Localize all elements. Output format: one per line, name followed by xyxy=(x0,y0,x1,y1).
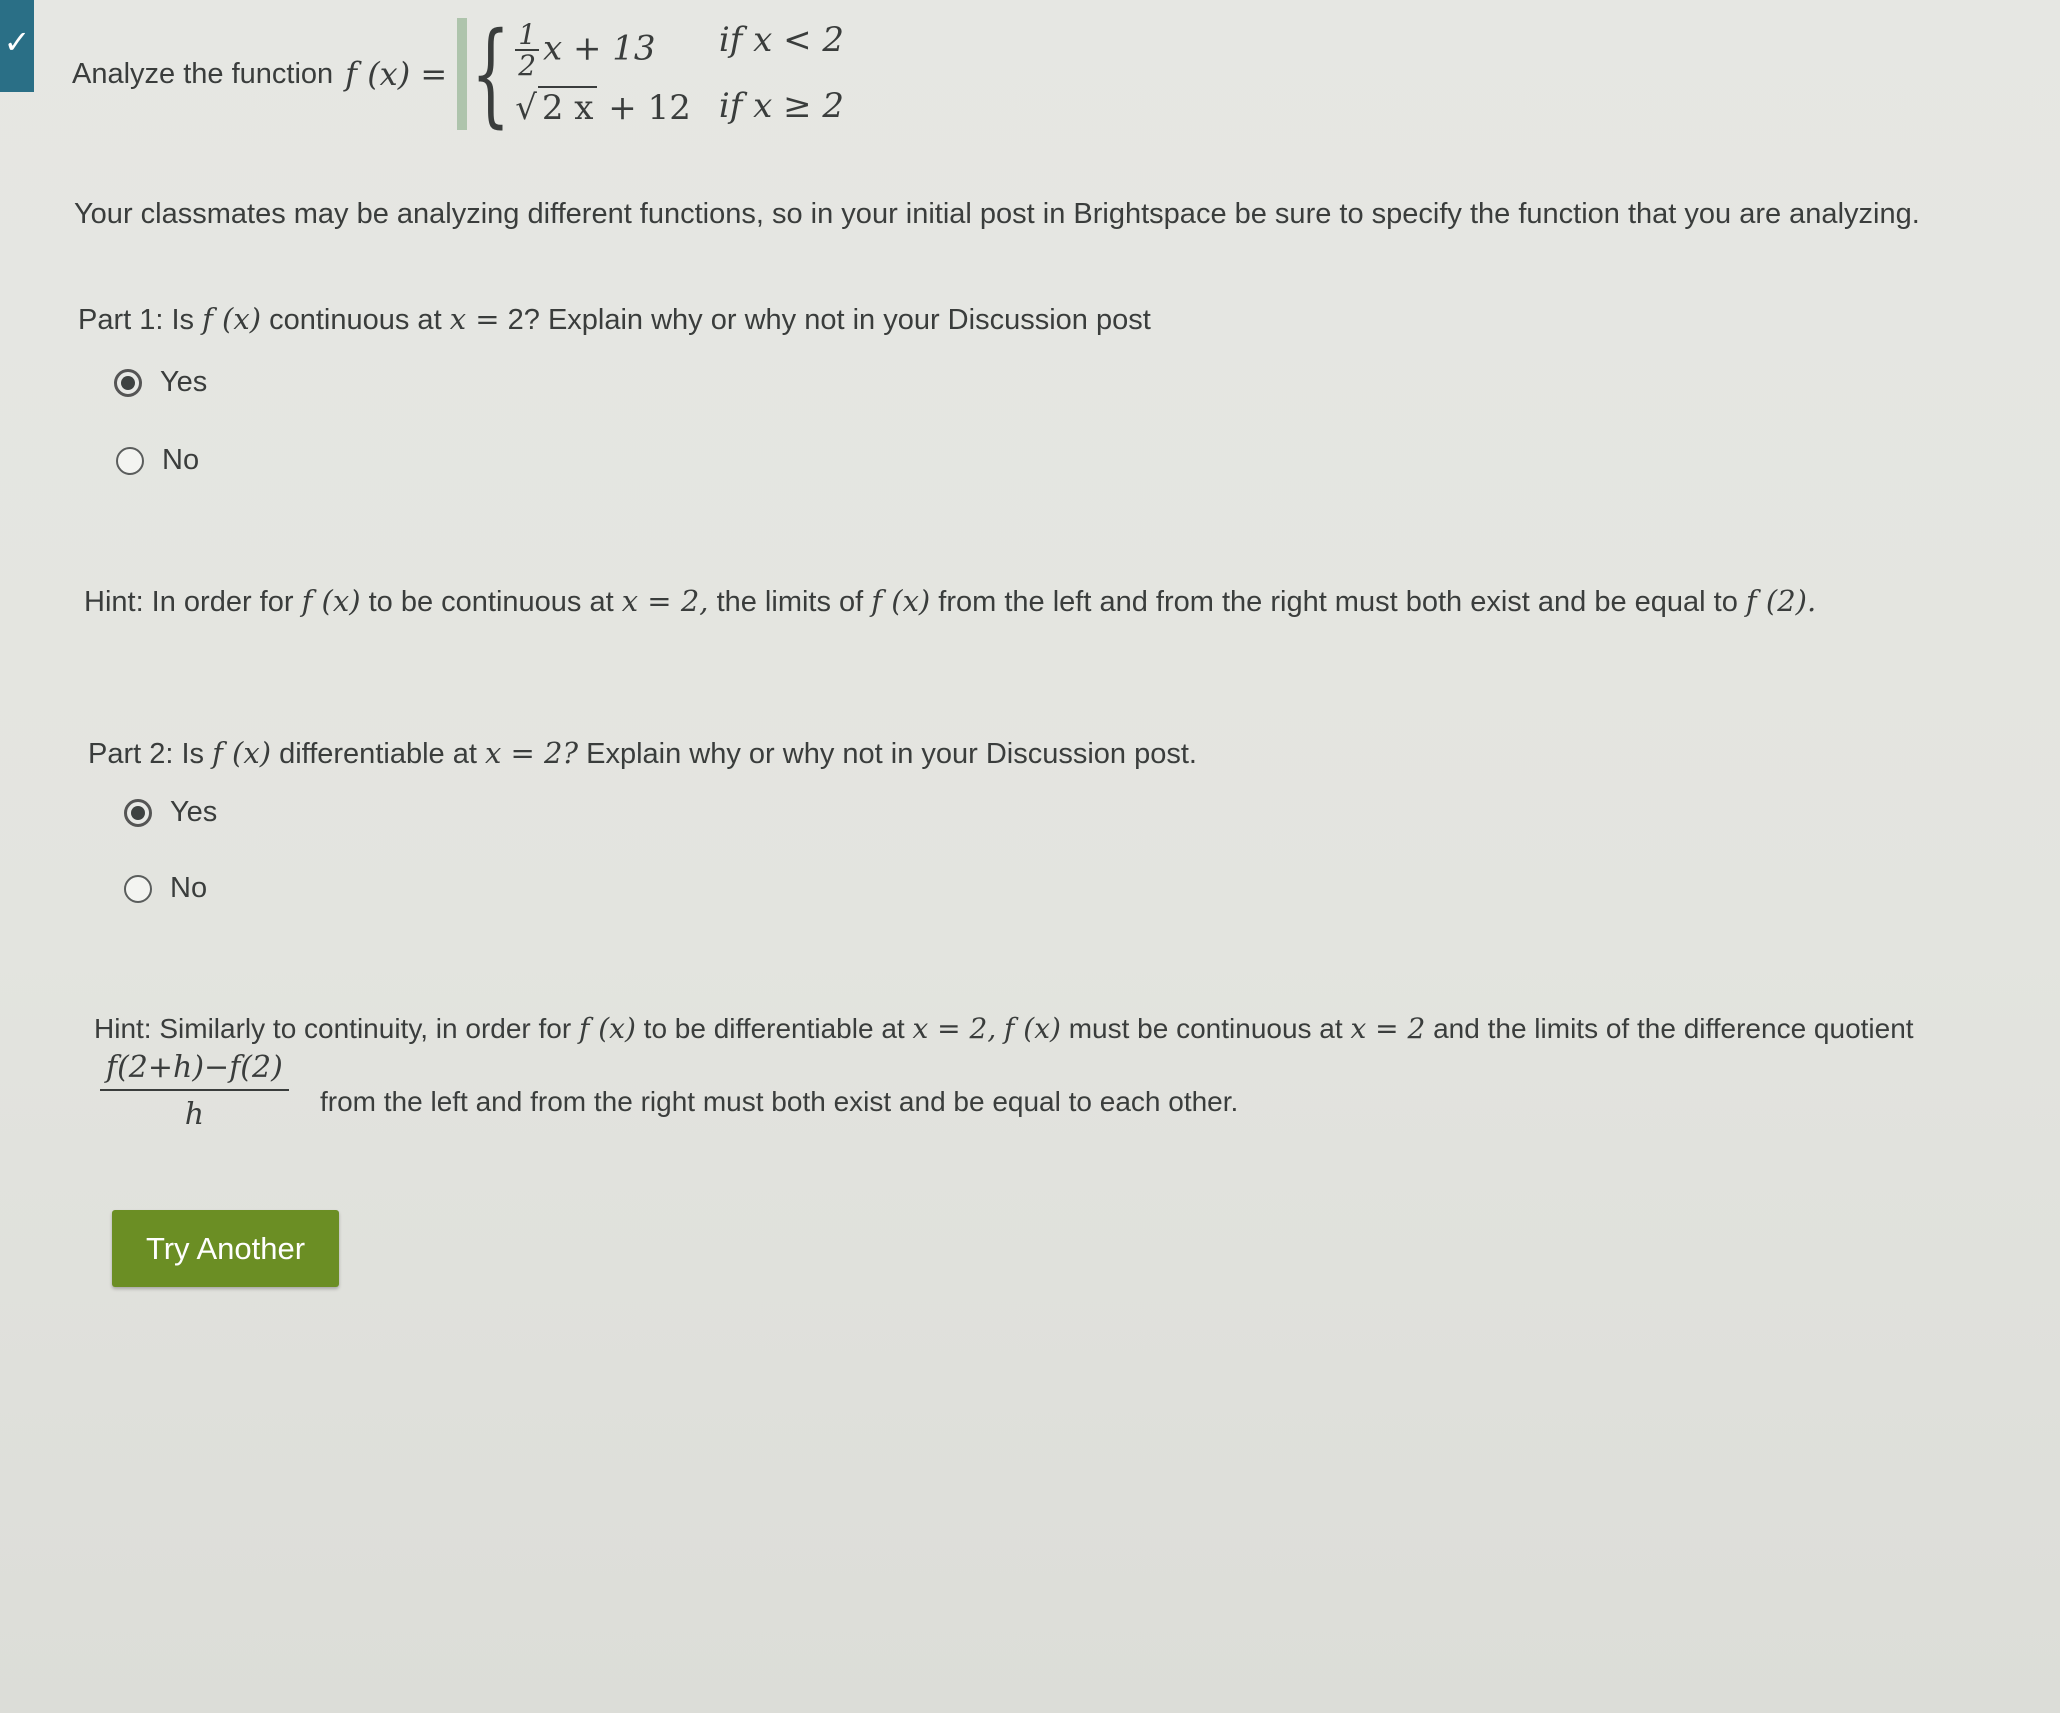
case-1-fraction: 1 2 xyxy=(515,19,540,80)
case-2-condition: if x ≥ 2 xyxy=(718,86,845,127)
part1-option-no[interactable]: No xyxy=(116,444,199,477)
part2-option-no[interactable]: No xyxy=(124,872,207,905)
part1-question: Part 1: Is f (x) continuous at x = 2? Ex… xyxy=(78,302,1151,336)
question-header: Analyze the function f (x) = { 1 2 x + 1… xyxy=(72,18,844,130)
sqrt-expression: √ 2 x xyxy=(515,86,598,129)
difference-quotient: f(2+h)−f(2) h xyxy=(100,1050,289,1132)
radio-button[interactable] xyxy=(124,874,152,903)
case-1-expression: 1 2 x + 13 xyxy=(515,19,691,80)
part2-option-yes[interactable]: Yes xyxy=(124,796,217,829)
case-1-condition: if x < 2 xyxy=(718,19,845,60)
part2-hint: Hint: Similarly to continuity, in order … xyxy=(94,1012,1914,1045)
question-intro: Analyze the function xyxy=(72,57,334,90)
piecewise-function: { 1 2 x + 13 if x < 2 √ 2 x + 12 if x ≥ 2 xyxy=(457,18,844,130)
piecewise-cases: 1 2 x + 13 if x < 2 √ 2 x + 12 if x ≥ 2 xyxy=(515,19,845,129)
sqrt-icon: √ xyxy=(515,88,537,129)
highlight-bar xyxy=(457,18,468,130)
try-another-button[interactable]: Try Another xyxy=(112,1210,339,1287)
function-name: f (x) = xyxy=(345,55,448,93)
case-2-expression: √ 2 x + 12 xyxy=(515,86,691,129)
option-label: No xyxy=(170,872,208,904)
instruction-note: Your classmates may be analyzing differe… xyxy=(74,198,1920,230)
left-brace: { xyxy=(471,9,511,139)
option-label: Yes xyxy=(160,366,208,398)
checkmark-icon: ✓ xyxy=(3,23,31,61)
option-label: No xyxy=(162,444,200,476)
part1-hint: Hint: In order for f (x) to be continuou… xyxy=(84,584,1817,618)
part2-question: Part 2: Is f (x) differentiable at x = 2… xyxy=(88,736,1197,770)
radio-button[interactable] xyxy=(116,446,144,475)
part2-hint-end: from the left and from the right must bo… xyxy=(320,1086,1239,1117)
radio-button-selected[interactable] xyxy=(124,798,152,827)
part1-option-yes[interactable]: Yes xyxy=(114,366,207,399)
option-label: Yes xyxy=(170,796,218,828)
correct-badge: ✓ xyxy=(0,0,34,92)
radio-button-selected[interactable] xyxy=(114,368,142,397)
